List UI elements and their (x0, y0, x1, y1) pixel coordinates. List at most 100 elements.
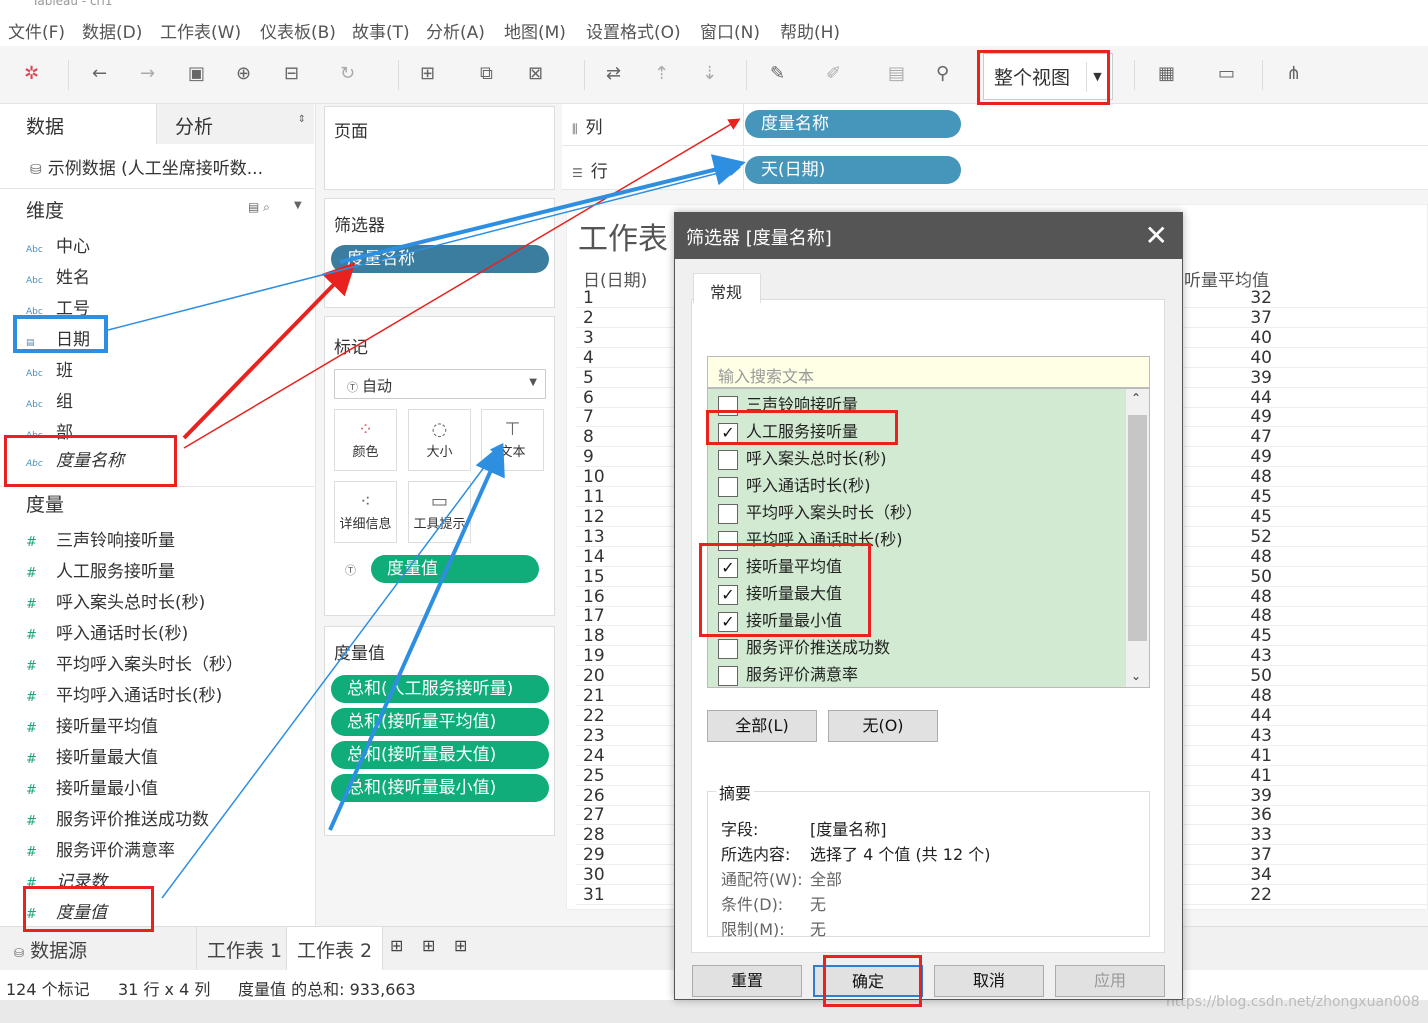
cell-value[interactable]: 49 (1240, 407, 1272, 427)
columns-pill[interactable]: 度量名称 (745, 110, 961, 138)
menu-window[interactable]: 窗口(N) (700, 18, 760, 43)
undo-icon[interactable]: ← (92, 62, 107, 86)
menu-help[interactable]: 帮助(H) (780, 18, 840, 43)
filters-card[interactable]: 筛选器 度量名称 (324, 198, 555, 308)
select-all-button[interactable]: 全部(L) (707, 710, 817, 742)
cell-value[interactable]: 49 (1240, 447, 1272, 467)
chevron-down-icon[interactable]: ⌄ (1131, 669, 1141, 683)
labels-icon[interactable]: ▤ (888, 62, 905, 86)
redo-icon[interactable]: → (140, 62, 155, 86)
row-label[interactable]: 2 (583, 308, 594, 328)
row-label[interactable]: 8 (583, 427, 594, 447)
duplicate-sheet-icon[interactable]: ⧉ (480, 62, 493, 86)
row-label[interactable]: 13 (583, 527, 605, 547)
cell-value[interactable]: 39 (1240, 368, 1272, 388)
cell-value[interactable]: 22 (1240, 885, 1272, 905)
checkbox[interactable] (718, 665, 738, 686)
size-button[interactable]: ◌ 大小 (408, 409, 471, 471)
cell-value[interactable]: 39 (1240, 786, 1272, 806)
measure-item[interactable]: # 接听量最小值 (26, 774, 158, 799)
menu-dashboard[interactable]: 仪表板(B) (260, 18, 336, 43)
measure-item[interactable]: # 呼入通话时长(秒) (26, 619, 188, 644)
cell-value[interactable]: 45 (1240, 507, 1272, 527)
row-label[interactable]: 22 (583, 706, 605, 726)
sort-asc-icon[interactable]: ⇡ (654, 62, 669, 86)
row-label[interactable]: 3 (583, 328, 594, 348)
new-sheet-icon[interactable]: ⊞ (380, 927, 413, 971)
row-label[interactable]: 9 (583, 447, 594, 467)
cell-value[interactable]: 33 (1240, 825, 1272, 845)
share-icon[interactable]: ⋔ (1286, 62, 1301, 86)
tab-general[interactable]: 常规 (693, 273, 761, 303)
pin-icon[interactable]: ⚲ (936, 62, 949, 86)
scrollbar-thumb[interactable] (1128, 415, 1147, 641)
list-item[interactable]: 呼入案头总时长(秒) (718, 445, 887, 471)
cell-value[interactable]: 34 (1240, 865, 1272, 885)
row-label[interactable]: 20 (583, 666, 605, 686)
show-cards-icon[interactable]: ▦ (1158, 62, 1175, 86)
pause-update-icon[interactable]: ⊟ (284, 62, 299, 86)
select-none-button[interactable]: 无(O) (828, 710, 938, 742)
measure-value-pill[interactable]: 总和(接听量最小值) (331, 774, 549, 802)
row-label[interactable]: 23 (583, 726, 605, 746)
measure-item[interactable]: # 人工服务接听量 (26, 557, 175, 582)
cell-value[interactable]: 44 (1240, 706, 1272, 726)
menu-file[interactable]: 文件(F) (8, 18, 65, 43)
dimension-item[interactable]: Abc 班 (26, 356, 73, 381)
tab-sheet-2[interactable]: 工作表 2 (286, 927, 384, 971)
checkbox[interactable] (718, 638, 738, 659)
cell-value[interactable]: 48 (1240, 587, 1272, 607)
menu-map[interactable]: 地图(M) (504, 18, 566, 43)
new-story-icon[interactable]: ⊞ (444, 927, 477, 971)
list-item[interactable]: 平均呼入案头时长（秒） (718, 499, 922, 525)
mark-type-dropdown[interactable]: Ⓣ 自动 ▼ (334, 369, 546, 399)
chevron-down-icon[interactable]: ▼ (294, 200, 302, 211)
new-dashboard-icon[interactable]: ⊞ (412, 927, 445, 971)
measure-item[interactable]: # 服务评价满意率 (26, 836, 175, 861)
highlight-icon[interactable]: ✎ (770, 62, 785, 86)
measure-item[interactable]: # 呼入案头总时长(秒) (26, 588, 205, 613)
pages-card[interactable]: 页面 (324, 106, 555, 190)
row-label[interactable]: 31 (583, 885, 605, 905)
datasource-item[interactable]: ⛁ 示例数据 (人工坐席接听数... (30, 154, 263, 179)
row-label[interactable]: 16 (583, 587, 605, 607)
dimension-item[interactable]: Abc 姓名 (26, 263, 90, 288)
cell-value[interactable]: 45 (1240, 626, 1272, 646)
menu-data[interactable]: 数据(D) (82, 18, 142, 43)
row-label[interactable]: 10 (583, 467, 605, 487)
measure-item[interactable]: # 服务评价推送成功数 (26, 805, 209, 830)
checkbox[interactable] (718, 476, 738, 497)
presentation-icon[interactable]: ▭ (1218, 62, 1235, 86)
menu-format[interactable]: 设置格式(O) (586, 18, 681, 43)
menu-analysis[interactable]: 分析(A) (426, 18, 485, 43)
row-label[interactable]: 12 (583, 507, 605, 527)
row-label[interactable]: 5 (583, 368, 594, 388)
cancel-button[interactable]: 取消 (934, 965, 1044, 997)
row-label[interactable]: 1 (583, 288, 594, 308)
row-label[interactable]: 4 (583, 348, 594, 368)
cell-value[interactable]: 37 (1240, 845, 1272, 865)
row-label[interactable]: 30 (583, 865, 605, 885)
menu-worksheet[interactable]: 工作表(W) (160, 18, 241, 43)
cell-value[interactable]: 45 (1240, 487, 1272, 507)
reset-button[interactable]: 重置 (692, 965, 802, 997)
cell-value[interactable]: 48 (1240, 547, 1272, 567)
row-label[interactable]: 18 (583, 626, 605, 646)
new-worksheet-icon[interactable]: ⊞ (420, 62, 435, 86)
row-label[interactable]: 7 (583, 407, 594, 427)
chevron-up-icon[interactable]: ⌃ (1131, 391, 1141, 405)
cell-value[interactable]: 43 (1240, 646, 1272, 666)
cell-value[interactable]: 36 (1240, 805, 1272, 825)
row-label[interactable]: 14 (583, 547, 605, 567)
tab-datasource[interactable]: ⛁ 数据源 (4, 927, 194, 971)
rows-pill[interactable]: 天(日期) (745, 156, 961, 184)
columns-shelf[interactable]: ⫼ 列 度量名称 (562, 104, 1428, 146)
row-label[interactable]: 17 (583, 606, 605, 626)
detail-button[interactable]: ⁖ 详细信息 (334, 481, 397, 543)
cell-value[interactable]: 43 (1240, 726, 1272, 746)
measure-item[interactable]: # 接听量最大值 (26, 743, 158, 768)
measure-item[interactable]: # 平均呼入通话时长(秒) (26, 681, 222, 706)
cell-value[interactable]: 50 (1240, 567, 1272, 587)
swap-icon[interactable]: ⇄ (606, 62, 621, 86)
group-icon[interactable]: ✐ (826, 62, 841, 86)
